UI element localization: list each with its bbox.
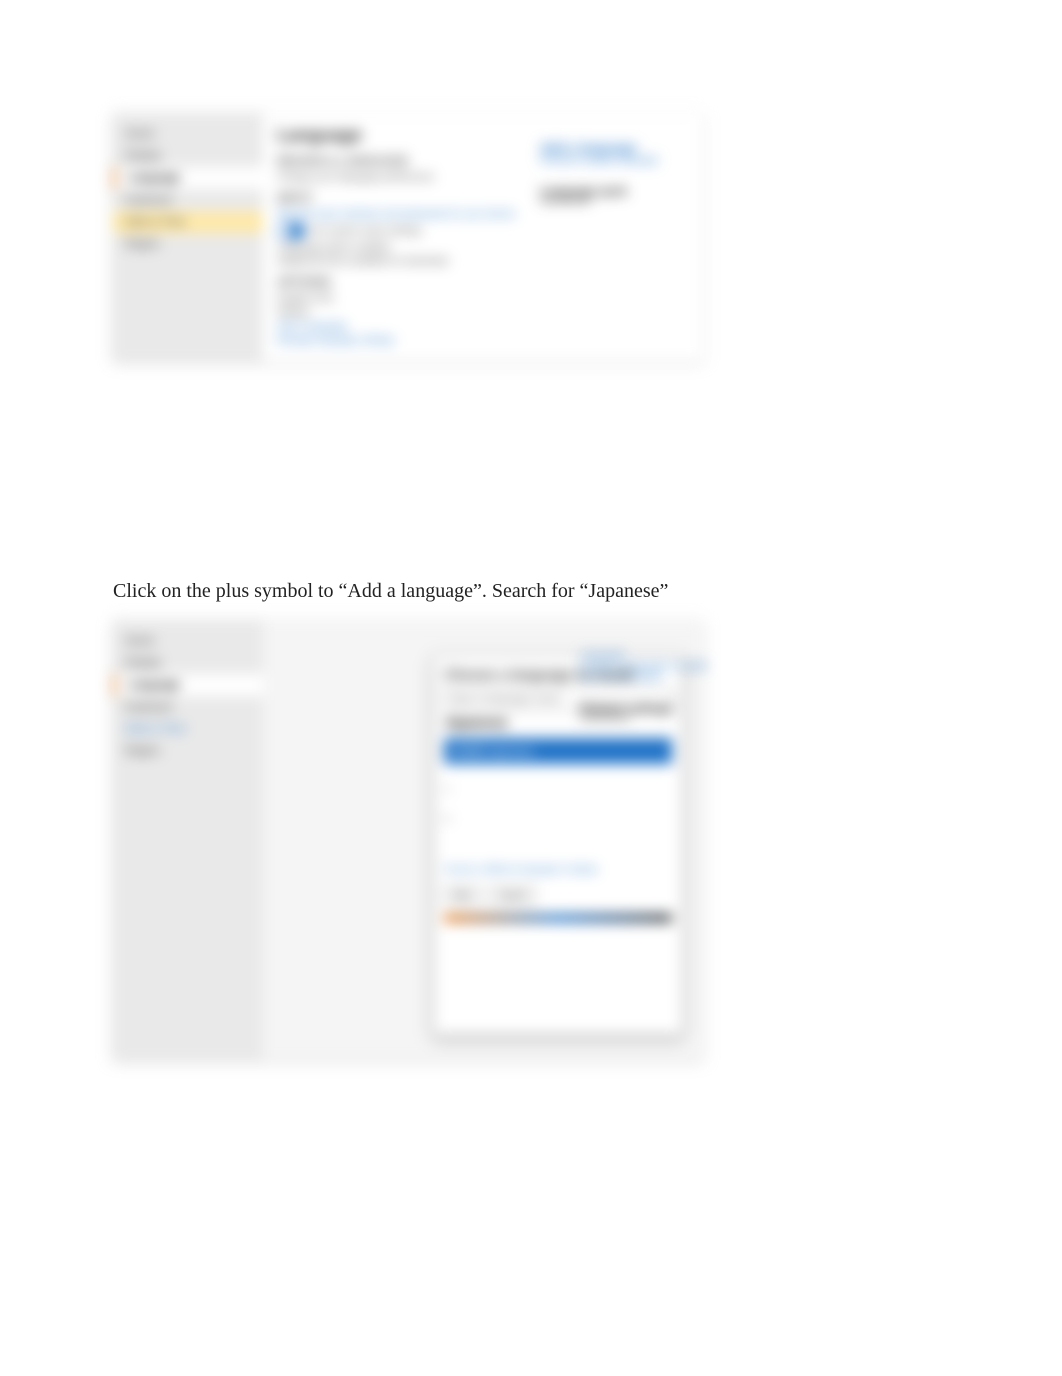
opt-english: English (US) xyxy=(277,293,689,304)
annotation-add-language: Add a language xyxy=(540,140,658,155)
annotation2-underline xyxy=(580,717,630,719)
fonts-line: Additional fonts available for download xyxy=(277,256,689,267)
sidebar-item-region-2[interactable]: Region xyxy=(113,740,263,762)
annotation-langpack: Language pack xyxy=(540,184,658,198)
annotation2-line2: Choose a language to install xyxy=(580,661,706,672)
input-toggle[interactable] xyxy=(277,223,305,239)
sidebar-item-language-2[interactable]: Language xyxy=(113,674,263,696)
section-options: Options xyxy=(277,275,689,289)
sidebar-item-datetime-2[interactable]: Date & Time xyxy=(113,718,263,740)
annotation2-line3: from the list below xyxy=(580,672,706,683)
next-button[interactable]: Next xyxy=(444,886,481,904)
dialog-accent-bar xyxy=(444,914,672,922)
sidebar-item-home[interactable]: Home xyxy=(113,123,263,145)
toggle-row: Use system input settings xyxy=(277,223,689,239)
toggle-label: Use system input settings xyxy=(308,226,422,237)
annotation-display-lang: Windows display language xyxy=(540,155,658,166)
sidebar-item-home-2[interactable]: Home xyxy=(113,630,263,652)
sidebar-item-datetime[interactable]: Date & Time xyxy=(113,211,263,233)
right-annotations-1: Add a language Windows display language … xyxy=(540,140,658,202)
settings-sidebar-2: Home Display Language Keyboard Date & Ti… xyxy=(113,620,263,1060)
section-letter-b: B xyxy=(444,814,672,824)
search-result-japanese[interactable]: 日本語 Japanese xyxy=(444,738,672,764)
sidebar-item-display-2[interactable]: Display xyxy=(113,652,263,674)
opt-default: Default xyxy=(277,307,689,318)
cancel-button[interactable]: Cancel xyxy=(489,886,535,904)
lang-packs-line: Language packs installed xyxy=(277,242,689,253)
sidebar-item-region[interactable]: Region xyxy=(113,233,263,255)
dialog-footer-link[interactable]: Choose a different language to display xyxy=(444,864,672,874)
annotation-underline xyxy=(540,200,590,202)
sidebar-item-language[interactable]: Language xyxy=(113,167,263,189)
annotation2-headline: Related settings xyxy=(580,701,706,715)
right-annotations-2: Language Choose a language to install fr… xyxy=(580,650,706,719)
instruction-text: Click on the plus symbol to “Add a langu… xyxy=(113,580,668,603)
annotation2-line1: Language xyxy=(580,650,706,661)
section-letter-a: A xyxy=(444,784,672,794)
add-language-link[interactable]: Add a language xyxy=(277,321,689,332)
sidebar-item-display[interactable]: Display xyxy=(113,145,263,167)
manage-link[interactable]: Manage language settings xyxy=(277,335,689,346)
sidebar-item-keyboard-2[interactable]: Keyboard xyxy=(113,696,263,718)
input-desc: Manage input methods and keyboards for y… xyxy=(277,209,689,220)
dialog-button-row: Next Cancel xyxy=(444,886,672,904)
settings-sidebar: Home Display Language Keyboard Date & Ti… xyxy=(113,113,263,361)
sidebar-item-keyboard[interactable]: Keyboard xyxy=(113,189,263,211)
